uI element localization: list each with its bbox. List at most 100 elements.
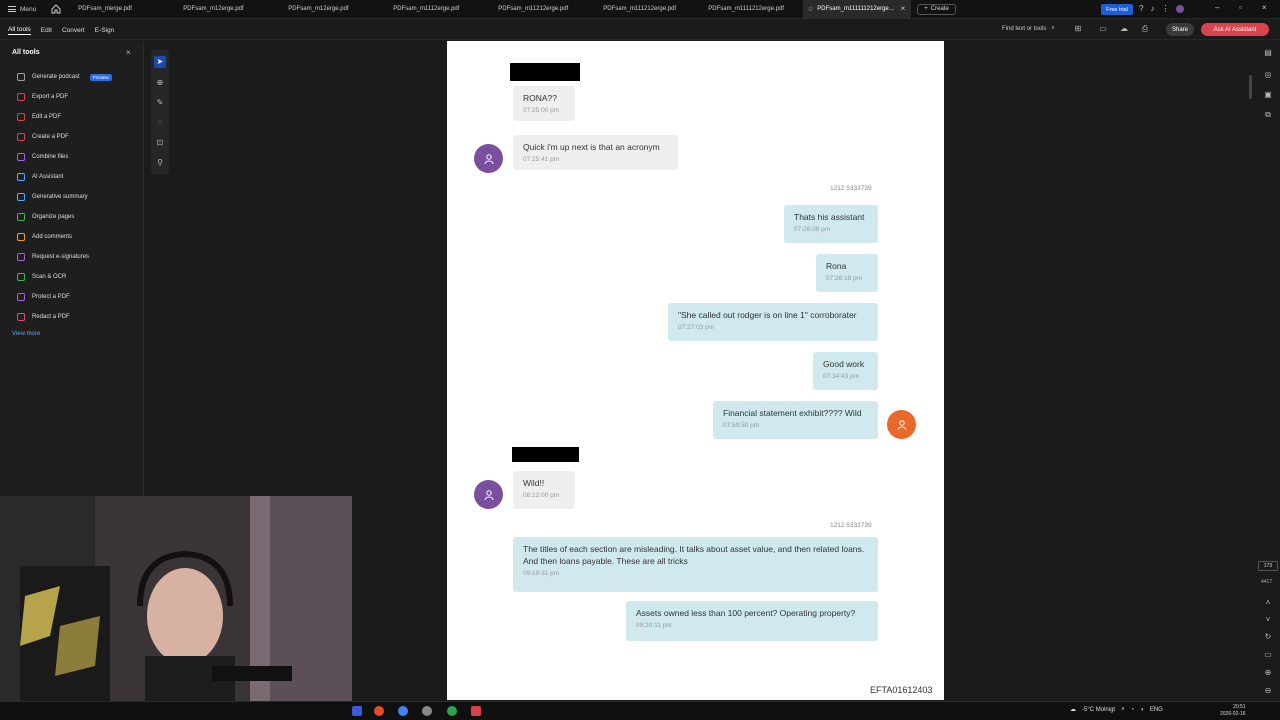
document-tab[interactable]: PDFsam_m1111212erge.pdf	[698, 0, 803, 19]
user-avatar-icon[interactable]	[1176, 5, 1185, 13]
tool-item[interactable]: Generate podcast Preview	[17, 71, 112, 83]
help-icon[interactable]: ?	[1139, 4, 1143, 13]
text-box-icon[interactable]: ⊡	[154, 137, 166, 149]
brave-icon[interactable]	[374, 706, 384, 716]
cloud-upload-icon[interactable]: ☁	[1119, 24, 1129, 34]
person-icon	[484, 489, 493, 500]
tool-item[interactable]: Export a PDF	[17, 91, 68, 103]
star-icon[interactable]: ☆	[807, 5, 813, 13]
app-icon[interactable]	[352, 706, 362, 716]
ask-ai-assistant-button[interactable]: Ask AI Assistant	[1201, 23, 1269, 36]
message-bubble: Quick i'm up next is that an acronym 07:…	[513, 135, 678, 170]
chrome-icon[interactable]	[398, 706, 408, 716]
stamp-icon[interactable]: ⚲	[154, 157, 166, 169]
maximize-icon[interactable]: ▫	[1239, 3, 1242, 12]
tool-item[interactable]: Create a PDF	[17, 131, 69, 143]
save-icon[interactable]: ▭	[1098, 24, 1108, 34]
apps-icon[interactable]: ⋮	[1161, 4, 1169, 13]
bell-icon[interactable]: ♪	[1150, 4, 1154, 13]
message-text: "She called out rodger is on line 1" cor…	[678, 310, 857, 320]
app-icon[interactable]	[447, 706, 457, 716]
message-time: 07:34:43 pm	[823, 373, 860, 380]
tab-label: PDFsam_m12erge.pdf	[288, 6, 349, 12]
fit-page-icon[interactable]: ▭	[1263, 650, 1273, 660]
tab-edit[interactable]: Edit	[41, 27, 52, 34]
document-tab[interactable]: PDFsam_m12erge.pdf	[278, 0, 383, 19]
comment-icon[interactable]: ▤	[1263, 48, 1273, 58]
tool-label: Add comments	[32, 234, 73, 240]
close-window-icon[interactable]: ×	[1262, 3, 1267, 12]
language-indicator[interactable]: ENG	[1150, 707, 1163, 713]
rotate-icon[interactable]: ↻	[1263, 632, 1273, 642]
main-toolbar: All tools Edit Convert E-Sign Find text …	[0, 20, 1280, 40]
person-icon	[897, 419, 906, 430]
message-bubble: RONA?? 07:25:00 pm	[513, 86, 575, 121]
lasso-icon[interactable]: ◌	[154, 117, 166, 129]
chevron-up-icon[interactable]: ˄	[1121, 707, 1125, 713]
document-tab[interactable]: PDFsam_m111212erge.pdf	[593, 0, 698, 19]
tool-item[interactable]: Scan & OCR	[17, 271, 66, 283]
minimize-icon[interactable]: –	[1215, 3, 1219, 12]
page-total: 4417	[1261, 579, 1273, 585]
document-tab[interactable]: PDFsam_m12erge.pdf	[173, 0, 278, 19]
tool-icon	[17, 153, 25, 161]
zoom-in-icon[interactable]: ⊕	[1263, 668, 1273, 678]
tool-item[interactable]: Generative summary	[17, 191, 88, 203]
acrobat-icon[interactable]	[471, 706, 481, 716]
share-button[interactable]: Share	[1166, 23, 1194, 36]
tool-icon	[17, 73, 25, 81]
self-avatar	[887, 410, 916, 439]
find-search[interactable]: Find text or tools ⌕	[1002, 25, 1055, 32]
pen-icon[interactable]: ✎	[154, 97, 166, 109]
close-tab-icon[interactable]: ×	[901, 4, 906, 13]
clock[interactable]: 20:51 2026-02-16	[1220, 704, 1246, 718]
tab-esign[interactable]: E-Sign	[95, 27, 115, 34]
message-text: Wild!!	[523, 478, 545, 488]
zoom-icon[interactable]: ⊕	[154, 77, 166, 89]
message-time: 07:27:03 pm	[678, 324, 715, 331]
tool-item[interactable]: Edit a PDF	[17, 111, 61, 123]
close-panel-icon[interactable]: ×	[126, 48, 131, 57]
select-cursor-icon[interactable]: ➤	[154, 56, 166, 68]
document-tab[interactable]: PDFsam_m11212erge.pdf	[488, 0, 593, 19]
scroll-up-icon[interactable]: ˄	[1263, 598, 1273, 608]
tool-item[interactable]: Redact a PDF	[17, 311, 70, 323]
webcam-feed	[0, 496, 352, 701]
zoom-out-icon[interactable]: ⊖	[1263, 686, 1273, 696]
panel-title: All tools	[12, 49, 40, 56]
sender-number: 1212 5333739	[830, 522, 872, 529]
page-number-input[interactable]: 173	[1258, 561, 1278, 571]
scroll-down-icon[interactable]: ˅	[1263, 615, 1273, 625]
free-trial-button[interactable]: Free trial	[1101, 4, 1133, 15]
sender-number: 1212 5333739	[830, 185, 872, 192]
tool-item[interactable]: Combine files	[17, 151, 68, 163]
active-document-tab[interactable]: ☆ PDFsam_m111111212erge... ×	[803, 0, 912, 19]
app-icon[interactable]	[422, 706, 432, 716]
tab-convert[interactable]: Convert	[62, 27, 85, 34]
menu-button[interactable]: Menu	[0, 0, 44, 19]
tab-label: PDFsam_m111212erge.pdf	[603, 6, 677, 12]
create-button[interactable]: + Create	[917, 3, 956, 15]
compare-icon[interactable]: ⊞	[1073, 24, 1083, 34]
view-more-link[interactable]: View more	[12, 331, 40, 337]
document-page: RONA?? 07:25:00 pm Quick i'm up next is …	[447, 41, 944, 700]
ai-icon[interactable]: ◎	[1263, 70, 1273, 80]
hamburger-icon	[8, 6, 16, 12]
home-icon[interactable]	[50, 3, 62, 15]
create-label: Create	[930, 6, 949, 12]
tab-all-tools[interactable]: All tools	[8, 26, 31, 35]
tool-item[interactable]: AI Assistant	[17, 171, 63, 183]
network-icon[interactable]: ◔	[1131, 707, 1135, 713]
tool-item[interactable]: Protect a PDF	[17, 291, 70, 303]
document-tab[interactable]: PDFsam_merge.pdf	[68, 0, 173, 19]
print-icon[interactable]: ⎙	[1140, 24, 1150, 34]
tool-item[interactable]: Organize pages	[17, 211, 74, 223]
weather-text: -5°C Molnigt	[1082, 706, 1116, 713]
volume-icon[interactable]: ◖	[1140, 707, 1144, 713]
vertical-scrollbar[interactable]	[1249, 75, 1252, 99]
document-tab[interactable]: PDFsam_m1112erge.pdf	[383, 0, 488, 19]
pages-icon[interactable]: ⧉	[1263, 110, 1273, 120]
bookmark-icon[interactable]: ▣	[1263, 90, 1273, 100]
tool-item[interactable]: Add comments	[17, 231, 72, 243]
tool-item[interactable]: Request e-signatures	[17, 251, 89, 263]
